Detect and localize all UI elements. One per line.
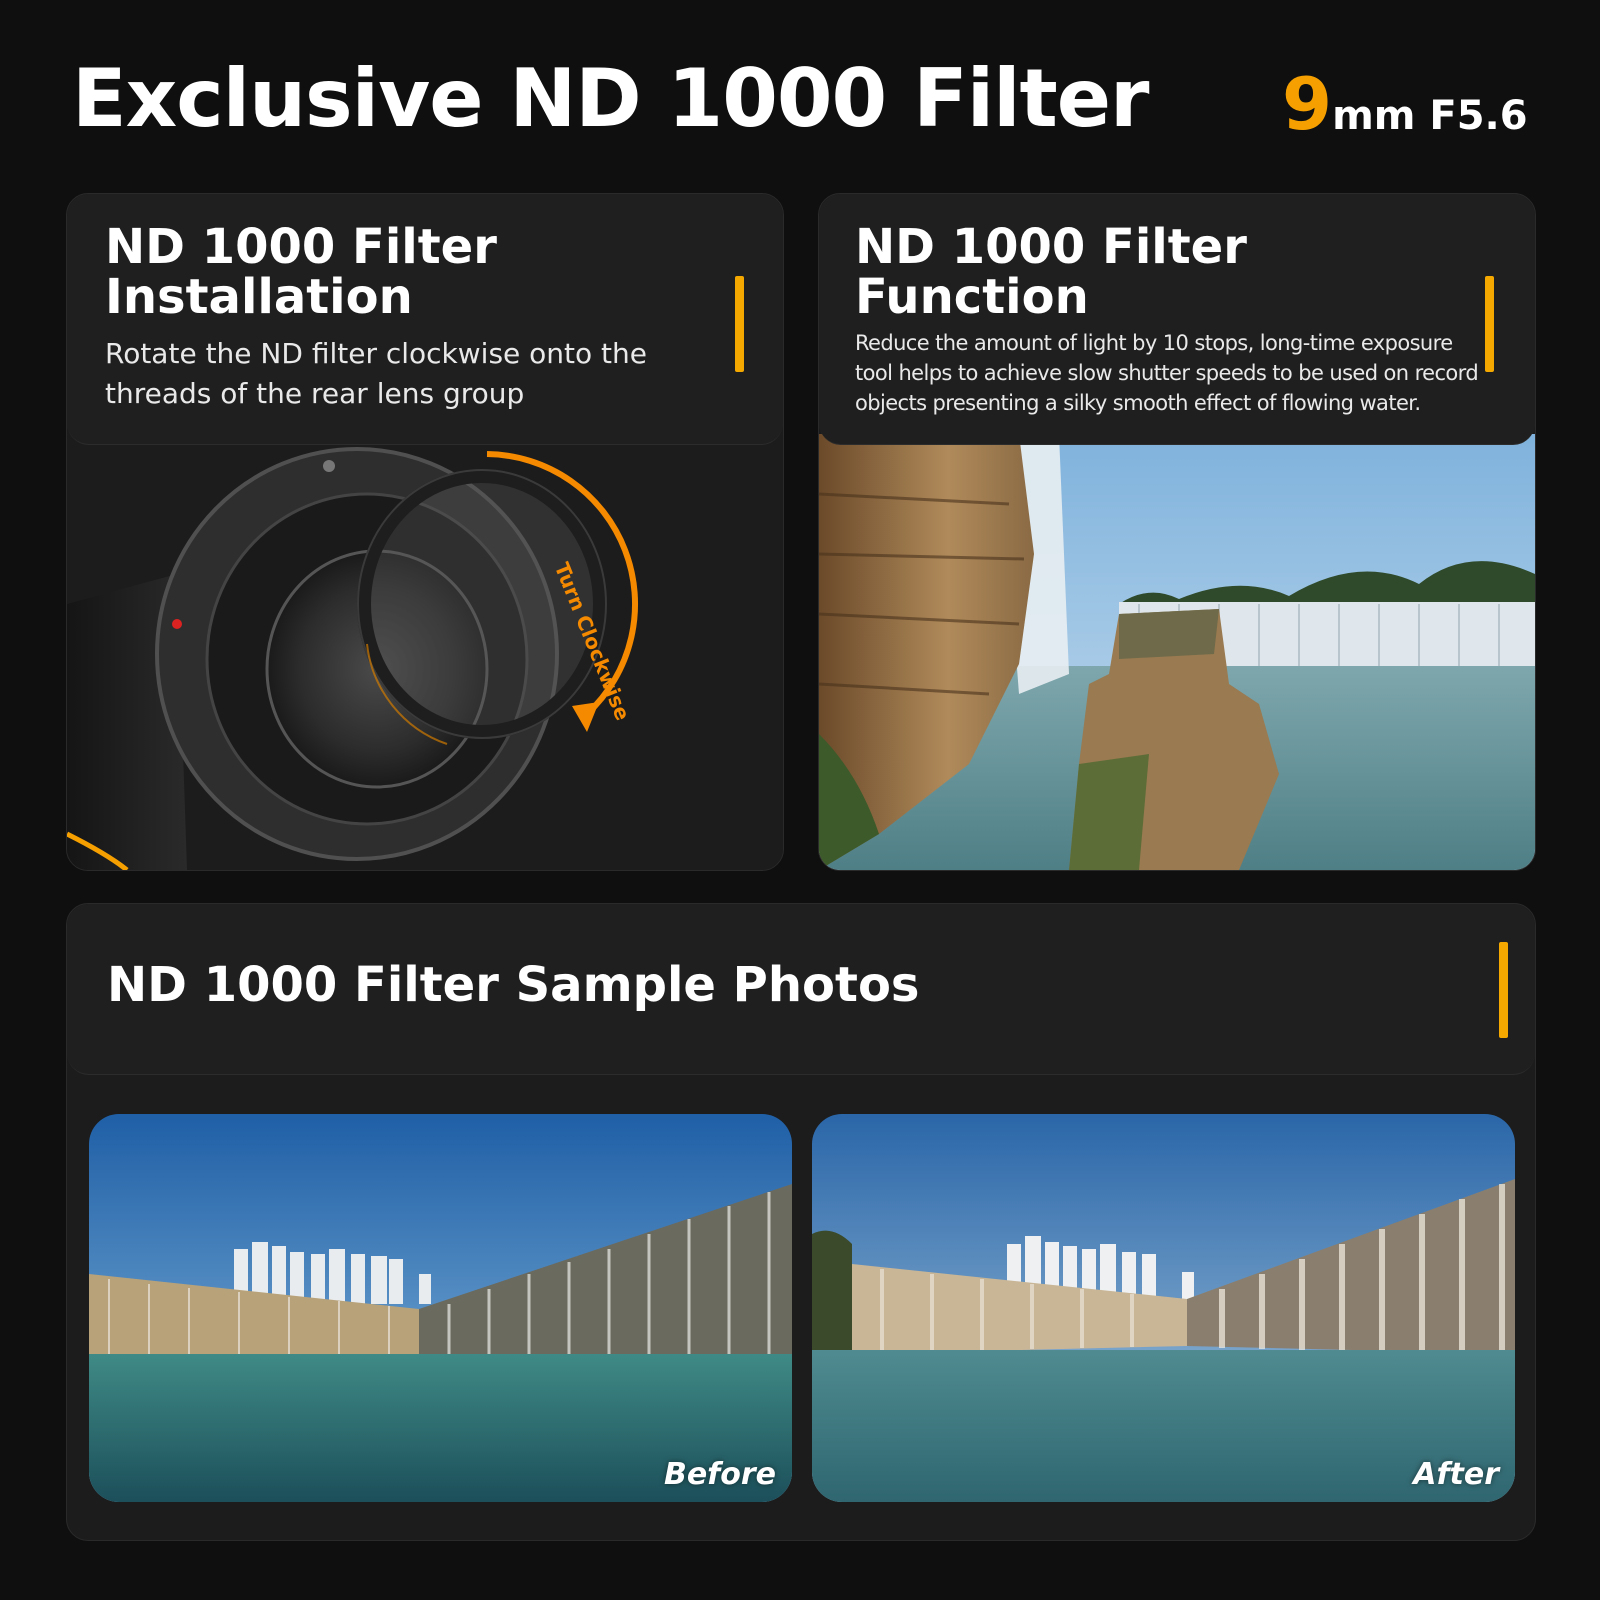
installation-desc-line1: Rotate the ND filter clockwise onto the bbox=[105, 337, 648, 370]
sample-photos-title: ND 1000 Filter Sample Photos bbox=[107, 957, 920, 1013]
before-photo: Before bbox=[89, 1114, 792, 1502]
sample-photos-card: ND 1000 Filter Sample Photos Before Afte… bbox=[66, 903, 1536, 1541]
installation-title-line2: Installation bbox=[105, 269, 413, 325]
waterfall-photo bbox=[819, 434, 1535, 870]
page-title: Exclusive ND 1000 Filter bbox=[72, 52, 1150, 145]
installation-header: ND 1000 Filter Installation Rotate the N… bbox=[67, 194, 783, 445]
function-header: ND 1000 Filter Function Reduce the amoun… bbox=[819, 194, 1535, 445]
lens-filter-image: Turn Clockwise bbox=[67, 434, 783, 870]
function-title: ND 1000 Filter Function bbox=[855, 222, 1247, 322]
after-label: After bbox=[1413, 1457, 1499, 1492]
sample-photos-header: ND 1000 Filter Sample Photos bbox=[67, 904, 1535, 1075]
function-card: ND 1000 Filter Function Reduce the amoun… bbox=[818, 193, 1536, 871]
before-label: Before bbox=[663, 1457, 776, 1492]
lens-aperture: mm F5.6 bbox=[1332, 93, 1528, 139]
lens-focal-length: 9 bbox=[1282, 62, 1333, 146]
after-photo: After bbox=[812, 1114, 1515, 1502]
lens-spec: 9mm F5.6 bbox=[1282, 62, 1528, 146]
function-title-line1: ND 1000 Filter bbox=[855, 219, 1247, 275]
function-accent-bar bbox=[1485, 276, 1494, 372]
installation-title: ND 1000 Filter Installation bbox=[105, 222, 497, 322]
function-desc-line1: Reduce the amount of light by 10 stops, … bbox=[855, 331, 1453, 355]
installation-desc-line2: threads of the rear lens group bbox=[105, 377, 525, 410]
installation-accent-bar bbox=[735, 276, 744, 372]
installation-title-line1: ND 1000 Filter bbox=[105, 219, 497, 275]
function-title-line2: Function bbox=[855, 269, 1089, 325]
function-desc-line3: objects presenting a silky smooth effect… bbox=[855, 391, 1421, 415]
function-desc-line2: tool helps to achieve slow shutter speed… bbox=[855, 361, 1479, 385]
sample-photos-accent-bar bbox=[1499, 942, 1508, 1038]
function-description: Reduce the amount of light by 10 stops, … bbox=[855, 328, 1479, 418]
installation-card: Turn Clockwise ND 1000 Filter Installati… bbox=[66, 193, 784, 871]
installation-description: Rotate the ND filter clockwise onto the … bbox=[105, 334, 647, 414]
